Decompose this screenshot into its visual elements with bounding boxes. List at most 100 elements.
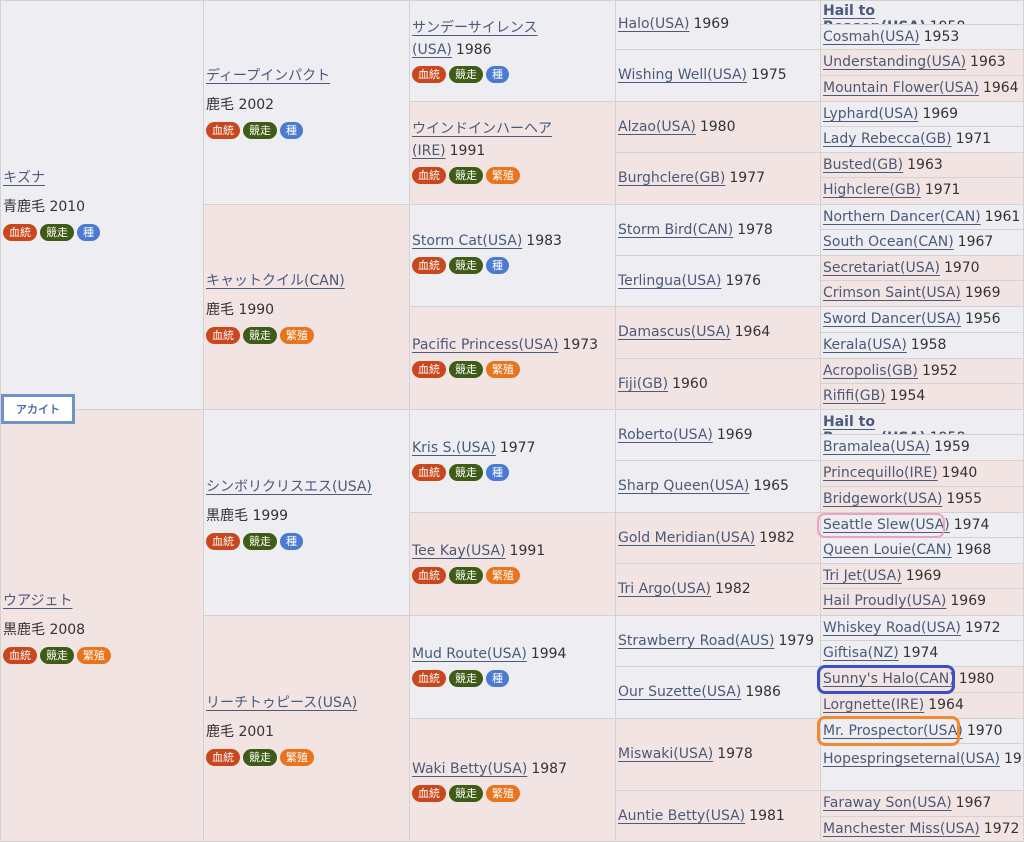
race-badge[interactable]: 競走: [40, 647, 74, 664]
sire-tag-button[interactable]: アカイト: [1, 394, 75, 424]
horse-link-gen5[interactable]: Understanding(USA): [823, 54, 966, 70]
blood-badge[interactable]: 血統: [206, 533, 240, 550]
blood-badge[interactable]: 血統: [412, 167, 446, 184]
horse-link-gen4[interactable]: Burghclere(GB): [618, 170, 725, 186]
horse-link-gen5[interactable]: Sunny's Halo(CAN): [823, 671, 955, 687]
horse-link-gen5[interactable]: Bramalea(USA): [823, 439, 930, 455]
horse-link-gen5[interactable]: Giftisa(NZ): [823, 645, 899, 661]
race-badge[interactable]: 競走: [243, 122, 277, 139]
breed-badge[interactable]: 繁殖: [77, 647, 111, 664]
stud-badge[interactable]: 種: [486, 464, 509, 481]
race-badge[interactable]: 競走: [449, 66, 483, 83]
blood-badge[interactable]: 血統: [412, 361, 446, 378]
horse-link-gen4[interactable]: Fiji(GB): [618, 376, 668, 392]
horse-link-gen5[interactable]: Northern Dancer(CAN): [823, 209, 981, 225]
race-badge[interactable]: 競走: [243, 327, 277, 344]
horse-link-gen4[interactable]: Terlingua(USA): [618, 273, 721, 289]
horse-link-gen5[interactable]: Cosmah(USA): [823, 29, 920, 45]
race-badge[interactable]: 競走: [243, 533, 277, 550]
horse-link-gen2[interactable]: リーチトゥピース(USA): [206, 695, 357, 711]
horse-link-gen5[interactable]: Hail Proudly(USA): [823, 593, 946, 609]
blood-badge[interactable]: 血統: [412, 257, 446, 274]
horse-link-gen1-dam[interactable]: ウアジェト: [3, 593, 72, 609]
breed-badge[interactable]: 繁殖: [486, 167, 520, 184]
horse-link-gen5[interactable]: Princequillo(IRE): [823, 465, 938, 481]
horse-link-gen5[interactable]: Lorgnette(IRE): [823, 697, 924, 713]
blood-badge[interactable]: 血統: [3, 224, 37, 241]
stud-badge[interactable]: 種: [280, 122, 303, 139]
horse-link-gen4[interactable]: Storm Bird(CAN): [618, 222, 733, 238]
horse-link-gen5[interactable]: Sword Dancer(USA): [823, 311, 961, 327]
race-badge[interactable]: 競走: [40, 224, 74, 241]
race-badge[interactable]: 競走: [449, 464, 483, 481]
horse-link-gen3[interactable]: Waki Betty(USA): [412, 761, 527, 777]
horse-link-gen5[interactable]: Whiskey Road(USA): [823, 620, 961, 636]
horse-link-gen3[interactable]: Pacific Princess(USA): [412, 337, 558, 353]
horse-link-gen4[interactable]: Miswaki(USA): [618, 746, 713, 762]
race-badge[interactable]: 競走: [449, 257, 483, 274]
blood-badge[interactable]: 血統: [412, 785, 446, 802]
horse-link-gen4[interactable]: Tri Argo(USA): [618, 581, 711, 597]
horse-link-gen5[interactable]: Crimson Saint(USA): [823, 285, 961, 301]
breed-badge[interactable]: 繁殖: [486, 785, 520, 802]
race-badge[interactable]: 競走: [243, 749, 277, 766]
horse-link-gen5[interactable]: Tri Jet(USA): [823, 568, 902, 584]
horse-link-gen3[interactable]: Tee Kay(USA): [412, 543, 506, 559]
horse-link-gen2[interactable]: ディープインパクト: [206, 68, 330, 84]
blood-badge[interactable]: 血統: [206, 749, 240, 766]
horse-link-gen5[interactable]: Acropolis(GB): [823, 363, 918, 379]
horse-link-gen5[interactable]: Faraway Son(USA): [823, 795, 952, 811]
horse-link-gen5[interactable]: Lady Rebecca(GB): [823, 131, 952, 147]
race-badge[interactable]: 競走: [449, 361, 483, 378]
horse-link-gen5[interactable]: Queen Louie(CAN): [823, 542, 952, 558]
breed-badge[interactable]: 繁殖: [486, 567, 520, 584]
blood-badge[interactable]: 血統: [206, 327, 240, 344]
horse-link-gen5[interactable]: Highclere(GB): [823, 182, 921, 198]
horse-link-gen4[interactable]: Wishing Well(USA): [618, 67, 747, 83]
horse-link-gen2[interactable]: キャットクイル(CAN): [206, 273, 345, 289]
horse-link-gen4[interactable]: Damascus(USA): [618, 324, 731, 340]
blood-badge[interactable]: 血統: [412, 464, 446, 481]
breed-badge[interactable]: 繁殖: [280, 749, 314, 766]
horse-link-gen4[interactable]: Sharp Queen(USA): [618, 478, 749, 494]
horse-link-gen5[interactable]: South Ocean(CAN): [823, 234, 954, 250]
blood-badge[interactable]: 血統: [412, 567, 446, 584]
horse-link-gen3[interactable]: Kris S.(USA): [412, 440, 496, 456]
stud-badge[interactable]: 種: [486, 670, 509, 687]
horse-link-gen4[interactable]: Roberto(USA): [618, 427, 713, 443]
horse-link-gen5[interactable]: Busted(GB): [823, 157, 903, 173]
race-badge[interactable]: 競走: [449, 670, 483, 687]
horse-link-gen3[interactable]: Mud Route(USA): [412, 646, 527, 662]
horse-link-gen5[interactable]: Secretariat(USA): [823, 260, 940, 276]
stud-badge[interactable]: 種: [77, 224, 100, 241]
horse-link-gen4[interactable]: Halo(USA): [618, 16, 689, 32]
horse-link-gen2[interactable]: シンボリクリスエス(USA): [206, 479, 372, 495]
horse-link-gen4[interactable]: Gold Meridian(USA): [618, 530, 755, 546]
stud-badge[interactable]: 種: [486, 66, 509, 83]
horse-link-gen5[interactable]: Hail to Reason(USA): [823, 414, 926, 434]
blood-badge[interactable]: 血統: [3, 647, 37, 664]
horse-link-gen5[interactable]: Hail to Reason(USA): [823, 3, 926, 24]
horse-link-gen5[interactable]: Rififi(GB): [823, 388, 886, 404]
horse-link-gen5[interactable]: Hopespringseternal(USA): [823, 751, 1000, 767]
horse-link-gen1-sire[interactable]: キズナ: [3, 170, 45, 186]
horse-link-gen5[interactable]: Kerala(USA): [823, 337, 907, 353]
horse-link-gen4[interactable]: Alzao(USA): [618, 119, 696, 135]
horse-link-gen4[interactable]: Our Suzette(USA): [618, 684, 741, 700]
horse-link-gen5[interactable]: Mr. Prospector(USA): [823, 723, 963, 739]
stud-badge[interactable]: 種: [280, 533, 303, 550]
horse-link-gen5[interactable]: Mountain Flower(USA): [823, 80, 979, 96]
race-badge[interactable]: 競走: [449, 785, 483, 802]
blood-badge[interactable]: 血統: [206, 122, 240, 139]
horse-link-gen5[interactable]: Lyphard(USA): [823, 106, 918, 122]
breed-badge[interactable]: 繁殖: [486, 361, 520, 378]
blood-badge[interactable]: 血統: [412, 670, 446, 687]
breed-badge[interactable]: 繁殖: [280, 327, 314, 344]
race-badge[interactable]: 競走: [449, 167, 483, 184]
horse-link-gen5[interactable]: Bridgework(USA): [823, 491, 942, 507]
blood-badge[interactable]: 血統: [412, 66, 446, 83]
race-badge[interactable]: 競走: [449, 567, 483, 584]
horse-link-gen3[interactable]: Storm Cat(USA): [412, 233, 522, 249]
stud-badge[interactable]: 種: [486, 257, 509, 274]
horse-link-gen4[interactable]: Strawberry Road(AUS): [618, 633, 774, 649]
